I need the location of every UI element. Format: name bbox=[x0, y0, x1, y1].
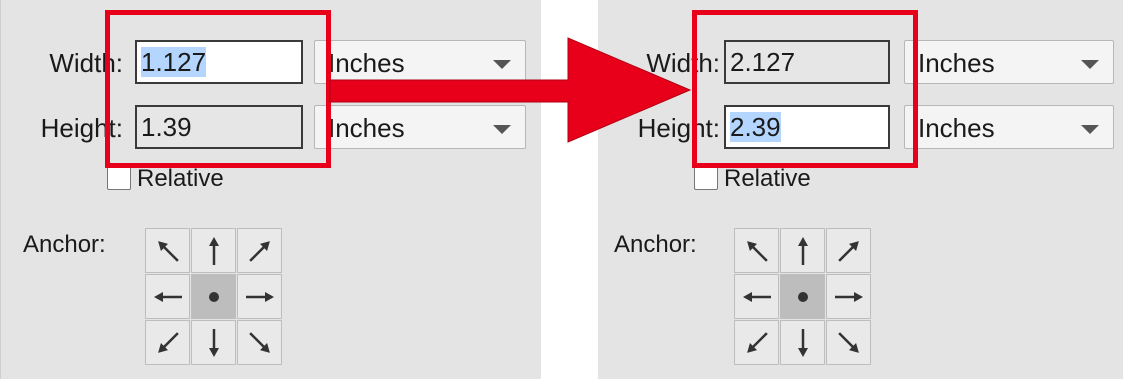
transition-arrow-icon bbox=[329, 37, 692, 143]
